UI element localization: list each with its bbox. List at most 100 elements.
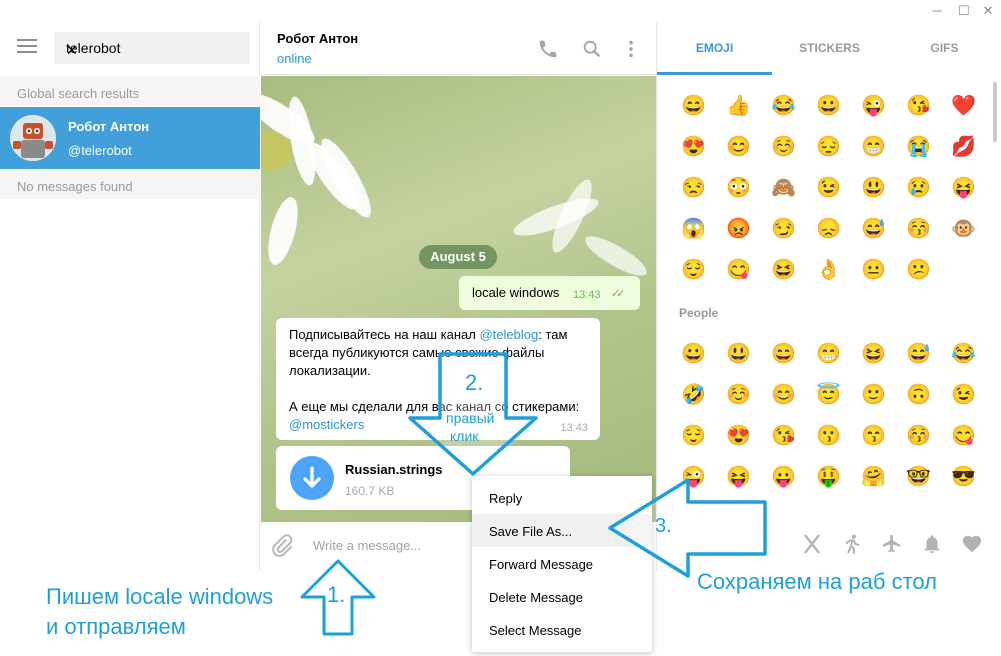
people-emoji[interactable]: 😌 <box>681 424 706 448</box>
people-emoji[interactable]: 😉 <box>951 383 976 407</box>
smileys-emoji[interactable]: 😚 <box>906 217 931 241</box>
people-emoji[interactable]: 🤓 <box>906 465 931 489</box>
people-emoji[interactable]: 😙 <box>861 424 886 448</box>
smileys-emoji[interactable]: 😃 <box>861 176 886 200</box>
smileys-emoji[interactable]: 😉 <box>816 176 841 200</box>
menu-item-reply[interactable]: Reply <box>472 481 652 514</box>
people-emoji[interactable]: 😚 <box>906 424 931 448</box>
global-search-header: Global search results <box>0 76 260 106</box>
smileys-emoji[interactable]: 😅 <box>861 217 886 241</box>
people-emoji[interactable]: 🤑 <box>816 465 841 489</box>
hamburger-menu-icon[interactable] <box>17 39 37 53</box>
smileys-emoji[interactable]: 😕 <box>906 258 931 282</box>
maximize-icon[interactable]: ☐ <box>953 2 975 20</box>
smileys-emoji[interactable]: ☺️ <box>771 135 796 159</box>
travel-icon[interactable] <box>881 533 903 555</box>
minimize-icon[interactable]: ─ <box>926 2 948 20</box>
message-time: 13:43 <box>560 422 588 434</box>
smileys-emoji[interactable]: 😱 <box>681 217 706 241</box>
people-emoji[interactable]: 😛 <box>771 465 796 489</box>
food-icon[interactable] <box>801 533 823 555</box>
clear-search-icon[interactable]: ✕ <box>66 40 242 60</box>
smileys-emoji[interactable]: 😘 <box>906 94 931 118</box>
smileys-emoji[interactable]: 😋 <box>726 258 751 282</box>
attach-icon[interactable] <box>270 534 294 558</box>
people-emoji[interactable]: 😎 <box>951 465 976 489</box>
people-emoji[interactable]: 🤣 <box>681 383 706 407</box>
people-emoji[interactable]: 😂 <box>951 342 976 366</box>
people-emoji[interactable]: 😗 <box>816 424 841 448</box>
smileys-emoji[interactable]: 😭 <box>906 135 931 159</box>
smileys-emoji[interactable]: 😏 <box>771 217 796 241</box>
menu-item-save-file-as[interactable]: Save File As... <box>472 514 652 547</box>
smileys-emoji[interactable]: 😀 <box>816 94 841 118</box>
smileys-emoji[interactable]: 😐 <box>861 258 886 282</box>
more-vertical-icon[interactable] <box>620 38 642 60</box>
smileys-emoji[interactable]: 💋 <box>951 135 976 159</box>
people-emoji[interactable]: 😋 <box>951 424 976 448</box>
channel-link[interactable]: @teleblog <box>479 327 538 342</box>
incoming-message[interactable]: Подписывайтесь на наш канал @teleblog: т… <box>276 318 600 440</box>
people-emoji[interactable]: 😁 <box>816 342 841 366</box>
download-icon[interactable] <box>290 456 334 500</box>
chat-background: August 5 locale windows 13:43 ✓✓ Подписы… <box>261 76 656 522</box>
search-result-item[interactable]: Робот Антон @telerobot <box>0 107 260 169</box>
smileys-emoji[interactable]: 😜 <box>861 94 886 118</box>
people-emoji[interactable]: 😀 <box>681 342 706 366</box>
people-emoji[interactable]: ☺️ <box>726 383 751 407</box>
menu-item-delete[interactable]: Delete Message <box>472 580 652 613</box>
emoji-category-bar <box>757 521 1001 567</box>
smileys-emoji[interactable]: 😡 <box>726 217 751 241</box>
tab-stickers[interactable]: STICKERS <box>772 41 887 55</box>
smileys-emoji[interactable]: ❤️ <box>951 94 976 118</box>
smileys-emoji[interactable]: 😂 <box>771 94 796 118</box>
scrollbar[interactable] <box>993 82 997 142</box>
menu-item-select[interactable]: Select Message <box>472 613 652 646</box>
smileys-emoji[interactable]: 😆 <box>771 258 796 282</box>
activity-icon[interactable] <box>841 533 863 555</box>
people-emoji[interactable]: 😊 <box>771 383 796 407</box>
smileys-emoji[interactable]: 😔 <box>816 135 841 159</box>
objects-bell-icon[interactable] <box>921 533 943 555</box>
smileys-emoji[interactable]: 👌 <box>816 258 841 282</box>
people-emoji[interactable]: 😘 <box>771 424 796 448</box>
people-emoji[interactable]: 🤗 <box>861 465 886 489</box>
search-icon[interactable] <box>581 38 603 60</box>
people-emoji[interactable]: 🙂 <box>861 383 886 407</box>
smileys-emoji[interactable]: 😁 <box>861 135 886 159</box>
message-input[interactable]: Write a message... <box>313 538 421 553</box>
smileys-emoji[interactable]: 👍 <box>726 94 751 118</box>
smileys-emoji[interactable]: 🙈 <box>771 176 796 200</box>
smileys-emoji[interactable]: 😢 <box>906 176 931 200</box>
people-emoji[interactable]: 😅 <box>906 342 931 366</box>
smileys-emoji[interactable]: 😝 <box>951 176 976 200</box>
smileys-emoji[interactable]: 😳 <box>726 176 751 200</box>
smileys-emoji[interactable]: 😌 <box>681 258 706 282</box>
people-emoji[interactable]: 😇 <box>816 383 841 407</box>
tab-emoji[interactable]: EMOJI <box>657 41 772 55</box>
smileys-emoji[interactable]: 😒 <box>681 176 706 200</box>
people-emoji[interactable]: 😍 <box>726 424 751 448</box>
smileys-emoji[interactable]: 😞 <box>816 217 841 241</box>
close-icon[interactable]: ✕ <box>977 2 999 20</box>
smileys-emoji[interactable]: 😄 <box>681 94 706 118</box>
people-emoji[interactable]: 🙃 <box>906 383 931 407</box>
outgoing-message[interactable]: locale windows 13:43 ✓✓ <box>459 276 640 310</box>
people-emoji[interactable]: 😝 <box>726 465 751 489</box>
people-emoji[interactable]: 😃 <box>726 342 751 366</box>
people-emoji[interactable]: 😜 <box>681 465 706 489</box>
menu-item-forward[interactable]: Forward Message <box>472 547 652 580</box>
search-input[interactable]: telerobot ✕ <box>54 32 250 64</box>
people-emoji[interactable]: 😆 <box>861 342 886 366</box>
smileys-emoji[interactable]: 😍 <box>681 135 706 159</box>
phone-icon[interactable] <box>537 38 559 60</box>
chat-title[interactable]: Робот Антон <box>277 31 358 46</box>
channel-link[interactable]: @mostickers <box>289 417 364 432</box>
date-separator: August 5 <box>419 245 497 269</box>
symbols-heart-icon[interactable] <box>961 533 983 555</box>
step2-number: 2. <box>465 370 484 395</box>
people-emoji[interactable]: 😄 <box>771 342 796 366</box>
tab-gifs[interactable]: GIFS <box>887 41 1001 55</box>
smileys-emoji[interactable]: 😊 <box>726 135 751 159</box>
smileys-emoji[interactable]: 🐵 <box>951 217 976 241</box>
